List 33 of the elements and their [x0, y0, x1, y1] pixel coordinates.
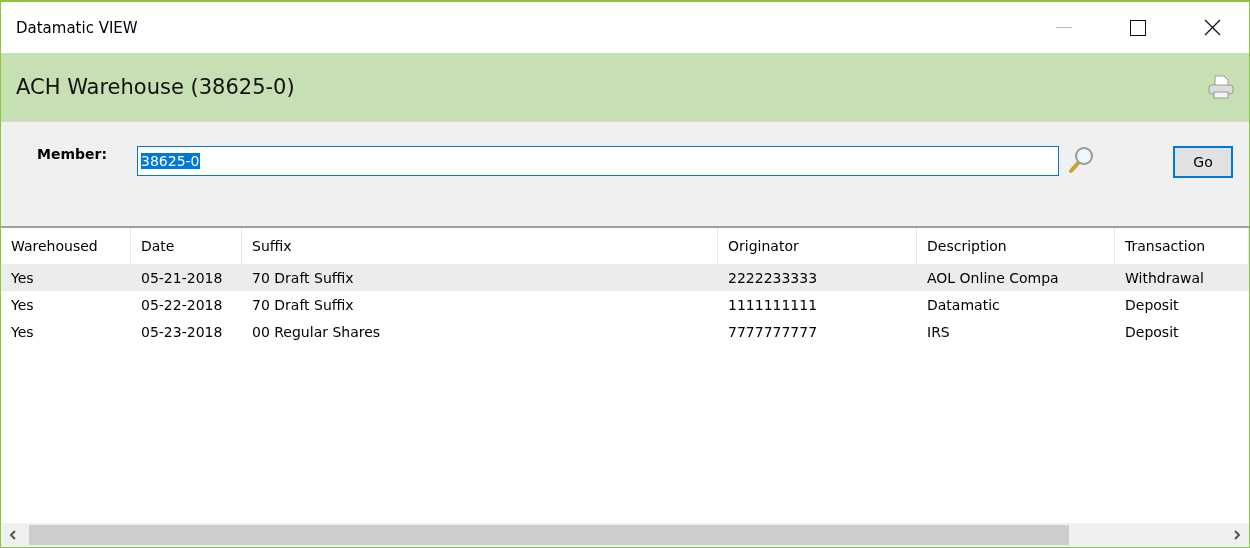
- scrollbar-thumb[interactable]: [29, 525, 1069, 545]
- member-label: Member:: [37, 146, 109, 162]
- table-cell-text: 1111111111: [727, 295, 819, 315]
- table-cell-text: 7777777777: [727, 322, 819, 342]
- printer-icon[interactable]: [1207, 74, 1235, 100]
- table-cell-text: AOL Online Compa: [926, 268, 1060, 288]
- minimize-icon: [1056, 26, 1072, 29]
- table-cell-text: 05-22-2018: [140, 295, 224, 315]
- table-cell-text: Deposit: [1124, 322, 1180, 342]
- search-icon[interactable]: [1067, 146, 1095, 174]
- table-cell-text: 05-21-2018: [140, 268, 224, 288]
- table-cell-text: 70 Draft Suffix: [251, 268, 355, 288]
- table-cell-text: 05-23-2018: [140, 322, 224, 342]
- table-cell-text: Datamatic: [926, 295, 1001, 315]
- table-cell-text: Deposit: [1124, 295, 1180, 315]
- table-cell-text: Yes: [10, 322, 35, 342]
- table-cell-text: Yes: [10, 268, 35, 288]
- horizontal-scrollbar[interactable]: [1, 523, 1249, 547]
- table-cell-text: 00 Regular Shares: [251, 322, 382, 342]
- page-title: ACH Warehouse (38625-0): [16, 75, 296, 99]
- go-button[interactable]: Go: [1173, 146, 1233, 178]
- table-cell-text: Withdrawal: [1124, 268, 1205, 288]
- member-input-field[interactable]: 38625-0: [137, 146, 1059, 176]
- close-icon: [1203, 19, 1221, 36]
- table-row[interactable]: Yes 05-21-2018 70 Draft Suffix 2222233333 AOL Online Compa Withdrawal: [1, 264, 1249, 291]
- window-title: Datamatic VIEW: [16, 18, 139, 37]
- table-cell-text: Yes: [10, 295, 35, 315]
- table-cell-text: IRS: [926, 322, 951, 342]
- table-cell-text: 2222233333: [727, 268, 819, 288]
- chevron-left-icon: [9, 530, 17, 540]
- table-cell-text: 70 Draft Suffix: [251, 295, 355, 315]
- maximize-icon: [1130, 19, 1146, 36]
- chevron-right-icon: [1233, 530, 1241, 540]
